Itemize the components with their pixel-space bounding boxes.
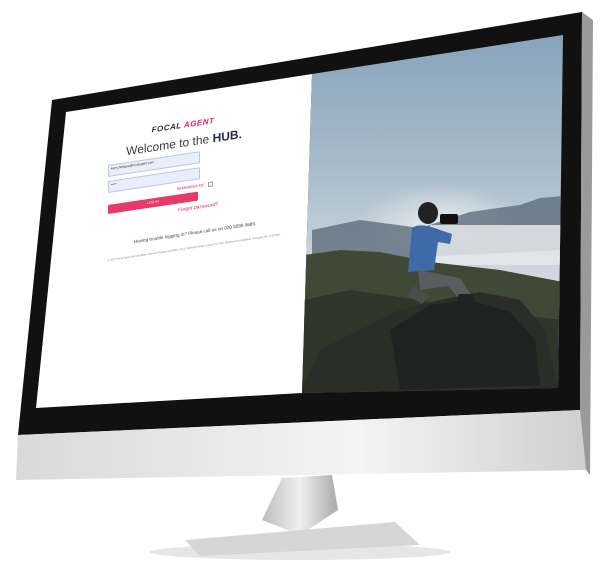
stand-neck <box>262 475 338 535</box>
photographer-figure <box>408 202 474 304</box>
camera-icon <box>440 214 458 224</box>
remember-me-checkbox[interactable] <box>208 181 214 188</box>
login-form: FOCAL AGENT Welcome to the HUB. kerry.ho… <box>88 105 288 335</box>
legal-footer: © 2019 Focal Agent Ltd. All rights reser… <box>107 233 281 263</box>
welcome-hub: HUB. <box>212 126 242 146</box>
monitor-edge <box>580 12 593 475</box>
imac-monitor: FOCAL AGENT Welcome to the HUB. kerry.ho… <box>0 0 605 564</box>
remember-me-label: REMEMBER ME <box>176 183 205 192</box>
